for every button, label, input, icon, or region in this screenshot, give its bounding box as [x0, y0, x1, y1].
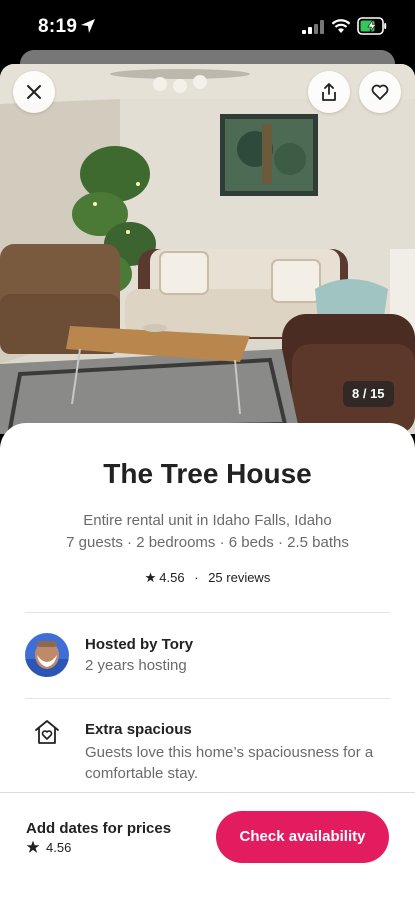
feature-title: Extra spacious	[85, 721, 192, 738]
avatar[interactable]	[25, 633, 69, 677]
share-icon	[322, 83, 336, 101]
status-bar: 8:19	[0, 0, 415, 52]
wifi-icon	[331, 19, 351, 33]
signal-icon	[302, 20, 324, 34]
check-availability-button[interactable]: Check availability	[216, 811, 389, 863]
listing-location: Entire rental unit in Idaho Falls, Idaho	[83, 512, 332, 529]
save-button[interactable]	[359, 71, 401, 113]
heart-icon	[371, 84, 389, 100]
status-time: 8:19	[38, 16, 78, 37]
close-button[interactable]	[13, 71, 55, 113]
listing-photo[interactable]	[0, 64, 415, 434]
rating-separator: ·	[194, 570, 199, 585]
listing-title: The Tree House	[103, 458, 312, 489]
footer-rating: 4.56	[46, 840, 72, 855]
host-years: 2 years hosting	[85, 657, 187, 674]
footer-price-prompt[interactable]: Add dates for prices	[26, 820, 171, 837]
star-icon	[26, 840, 40, 853]
battery-charging-icon	[357, 17, 387, 35]
feature-description: Guests love this home’s spaciousness for…	[85, 744, 374, 782]
reviews-link[interactable]: 25 reviews	[208, 570, 270, 585]
divider	[25, 698, 390, 699]
location-arrow-icon	[81, 19, 95, 33]
divider	[25, 612, 390, 613]
host-name: Hosted by Tory	[85, 636, 194, 653]
photo-counter: 8 / 15	[343, 381, 394, 407]
rating-value: 4.56	[159, 570, 185, 585]
close-icon	[27, 85, 41, 99]
rating-row: 4.56 · 25 reviews	[0, 570, 415, 585]
home-heart-icon	[35, 720, 59, 744]
listing-details: 7 guests · 2 bedrooms · 6 beds · 2.5 bat…	[66, 534, 349, 551]
share-button[interactable]	[308, 71, 350, 113]
star-icon	[145, 572, 156, 583]
